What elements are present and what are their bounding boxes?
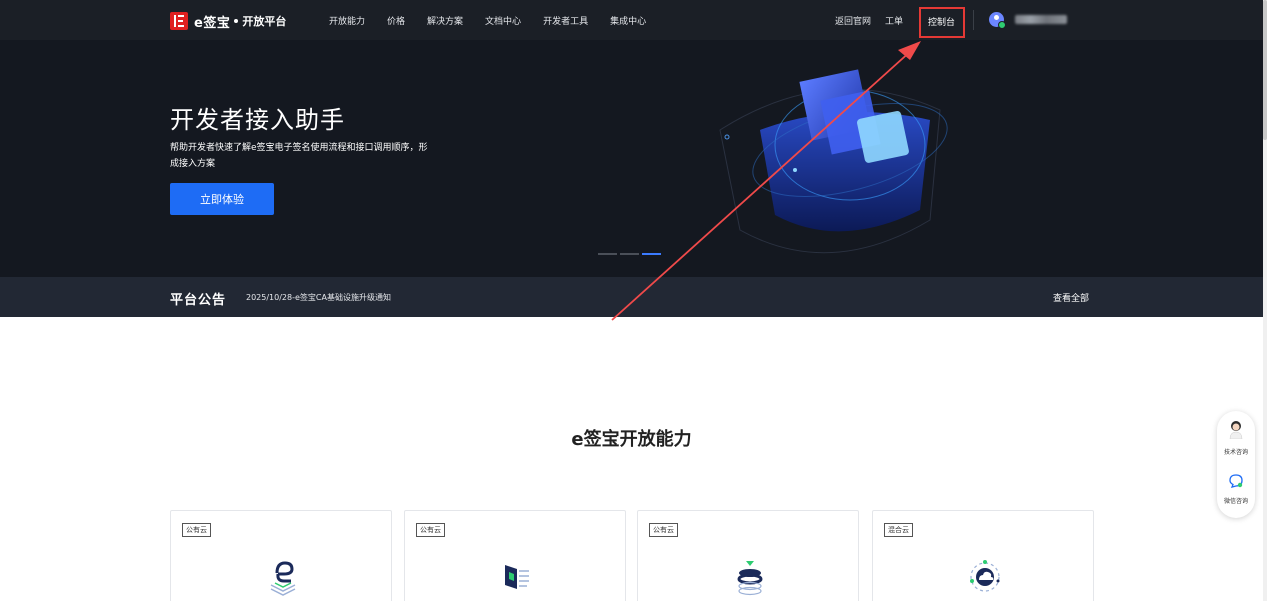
username-redacted[interactable] <box>1015 15 1067 24</box>
menu-item-capabilities[interactable]: 开放能力 <box>329 14 365 27</box>
esign-logo-icon <box>170 12 188 30</box>
menu-item-pricing[interactable]: 价格 <box>387 14 405 27</box>
carousel-indicators <box>598 253 661 255</box>
top-nav: e签宝 开放平台 开放能力 价格 解决方案 文档中心 开发者工具 集成中心 返回… <box>0 0 1263 40</box>
card-badge: 混合云 <box>884 523 913 537</box>
announcement-bar: 平台公告 2025/10/28-e签宝CA基础设施升级通知 查看全部 <box>0 277 1263 317</box>
view-all-link[interactable]: 查看全部 <box>1053 291 1089 304</box>
support-agent-icon[interactable] <box>1228 420 1244 439</box>
section-title: e签宝开放能力 <box>571 429 692 450</box>
console-highlight-box <box>919 7 965 38</box>
main-menu: 开放能力 价格 解决方案 文档中心 开发者工具 集成中心 <box>329 0 668 40</box>
scrollbar-thumb[interactable] <box>1263 0 1267 140</box>
e-logo-icon <box>270 561 296 596</box>
announcement-item[interactable]: 2025/10/28-e签宝CA基础设施升级通知 <box>246 292 391 303</box>
menu-item-integration[interactable]: 集成中心 <box>610 14 646 27</box>
chat-bubble-icon[interactable] <box>1228 473 1244 489</box>
carousel-dot-1[interactable] <box>598 253 617 255</box>
wechat-consult-label[interactable]: 微信咨询 <box>1217 496 1255 505</box>
try-now-button[interactable]: 立即体验 <box>170 183 274 215</box>
brand-logo[interactable]: e签宝 开放平台 <box>170 11 286 31</box>
capability-card[interactable]: 公有云 <box>637 510 859 601</box>
puzzle-shield-illustration-icon <box>719 69 948 254</box>
back-to-site-link[interactable]: 返回官网 <box>835 14 871 27</box>
layer-stack-icon <box>737 561 763 596</box>
capability-card[interactable]: 混合云 <box>872 510 1094 601</box>
document-list-icon <box>505 565 529 589</box>
menu-item-dev-tools[interactable]: 开发者工具 <box>543 14 588 27</box>
capability-cards: 公有云 公有云 公有云 混合云 <box>170 510 1094 601</box>
brand-separator <box>234 19 239 23</box>
brand-subtitle: 开放平台 <box>242 15 287 28</box>
menu-item-docs[interactable]: 文档中心 <box>485 14 521 27</box>
card-badge: 公有云 <box>649 523 678 537</box>
capability-card[interactable]: 公有云 <box>170 510 392 601</box>
menu-item-solutions[interactable]: 解决方案 <box>427 14 463 27</box>
card-badge: 公有云 <box>182 523 211 537</box>
carousel-dot-3[interactable] <box>642 253 661 255</box>
brand-name: e签宝 <box>194 15 231 31</box>
hero-banner: 开发者接入助手 帮助开发者快速了解e签宝电子签名使用流程和接口调用顺序，形成接入… <box>0 40 1263 277</box>
carousel-dot-2[interactable] <box>620 253 639 255</box>
user-avatar-icon[interactable] <box>989 12 1006 29</box>
right-nav: 返回官网 工单 <box>835 0 917 40</box>
capability-card[interactable]: 公有云 <box>404 510 626 601</box>
card-badge: 公有云 <box>416 523 445 537</box>
cloud-orbit-icon <box>970 560 1000 592</box>
hero-title: 开发者接入助手 <box>170 106 345 134</box>
floating-consult-panel: 技术咨询 微信咨询 <box>1217 411 1255 518</box>
hero-description: 帮助开发者快速了解e签宝电子签名使用流程和接口调用顺序，形成接入方案 <box>170 143 428 169</box>
announcement-title: 平台公告 <box>170 293 227 308</box>
nav-divider <box>973 10 974 30</box>
ticket-link[interactable]: 工单 <box>885 14 903 27</box>
tech-consult-label[interactable]: 技术咨询 <box>1217 447 1255 456</box>
page-scrollbar[interactable] <box>1263 0 1267 601</box>
